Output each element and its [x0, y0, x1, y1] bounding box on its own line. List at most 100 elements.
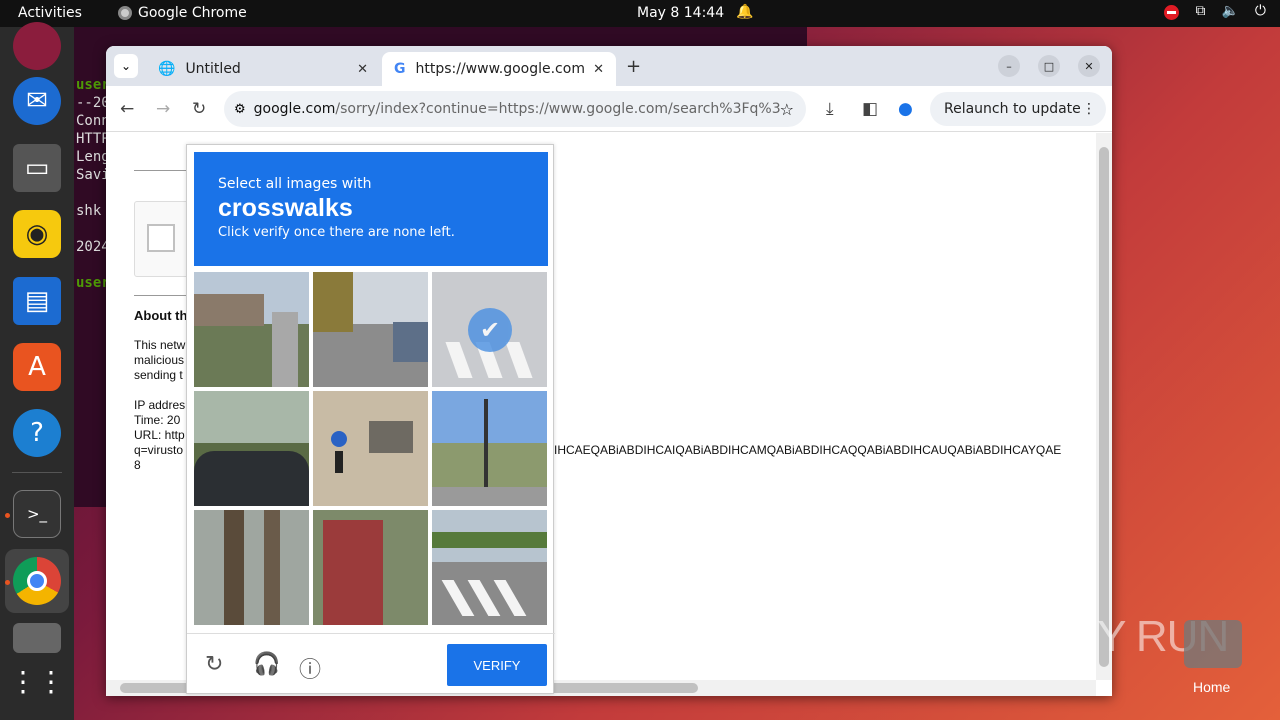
drive-icon[interactable]	[13, 623, 61, 653]
captcha-tile[interactable]	[313, 272, 428, 387]
road	[272, 312, 298, 387]
terminal-line: shk	[76, 203, 102, 219]
thunderbird-icon[interactable]: ✉	[13, 77, 61, 125]
tree	[313, 272, 353, 332]
divider	[134, 295, 194, 296]
headphones-icon[interactable]: 🎧	[253, 652, 280, 677]
forward-button[interactable]: →	[156, 99, 170, 119]
system-tray[interactable]: ⧉ 🔈 ⏻	[1164, 3, 1266, 20]
show-apps-icon[interactable]: ⋮⋮	[9, 657, 65, 705]
home-label: Home	[1193, 679, 1231, 695]
dock-app-icon[interactable]	[13, 22, 61, 70]
captcha-challenge: Select all images with crosswalks Click …	[186, 144, 555, 694]
about-heading: About th	[134, 308, 188, 323]
grass	[432, 532, 547, 548]
paragraph-line: sending t	[134, 368, 183, 382]
info-line: URL: http	[134, 428, 185, 442]
tree-trunk	[264, 510, 280, 625]
power-icon: ⏻	[1254, 3, 1266, 19]
captcha-tile[interactable]	[194, 272, 309, 387]
relaunch-button[interactable]: Relaunch to update ⋮	[930, 92, 1106, 126]
terminal-line: user	[76, 77, 110, 93]
more-icon[interactable]: ⋮	[1082, 101, 1096, 117]
star-icon[interactable]: ☆	[780, 100, 794, 119]
bridge	[323, 520, 383, 625]
reload-button[interactable]: ↻	[192, 99, 206, 119]
scroll-thumb[interactable]	[1099, 147, 1109, 667]
profile-icon[interactable]: ●	[898, 99, 913, 119]
chevron-down-icon: ⌄	[120, 59, 132, 73]
captcha-tile[interactable]	[194, 391, 309, 506]
paragraph-line: This netw	[134, 338, 186, 352]
address-bar[interactable]: ⚙ google.com /sorry/index?continue=https…	[224, 91, 806, 127]
download-icon[interactable]: ⤓	[826, 99, 834, 119]
captcha-tile[interactable]	[313, 510, 428, 625]
captcha-hint: Click verify once there are none left.	[218, 225, 455, 240]
activities-button[interactable]: Activities	[18, 5, 82, 21]
captcha-tile-selected[interactable]: ✔	[432, 272, 547, 387]
terminal-line: Savi	[76, 167, 110, 183]
tab-title: Untitled	[185, 61, 241, 77]
terminal-line: Conn	[76, 113, 110, 129]
files-icon[interactable]: ▭	[13, 144, 61, 192]
terminal-line: 2024	[76, 239, 110, 255]
building	[194, 294, 264, 326]
recaptcha-checkbox[interactable]	[147, 224, 175, 252]
url-tail-text: IHCAEQABiABDIHCAIQABiABDIHCAMQABiABDIHCA…	[554, 443, 1062, 457]
running-indicator	[5, 580, 10, 585]
captcha-header: Select all images with crosswalks Click …	[194, 152, 548, 266]
site-info-icon[interactable]: ⚙	[234, 102, 246, 117]
car	[393, 322, 428, 362]
app-menu[interactable]: Google Chrome	[118, 5, 247, 21]
globe-icon: 🌐	[158, 61, 176, 77]
tab-search-button[interactable]: ⌄	[114, 54, 138, 78]
help-icon[interactable]: ?	[13, 409, 61, 457]
vertical-scrollbar[interactable]	[1096, 133, 1112, 680]
url-path: /sorry/index?continue=https://www.google…	[335, 101, 780, 117]
new-tab-button[interactable]: +	[626, 56, 641, 77]
maximize-button[interactable]: □	[1038, 55, 1060, 77]
info-line: q=virusto	[134, 443, 184, 457]
info-icon[interactable]: ⓘ	[299, 652, 321, 684]
tab-google[interactable]: G https://www.google.com ✕	[382, 52, 616, 86]
check-icon: ✔	[468, 308, 512, 352]
google-icon: G	[394, 61, 406, 77]
toolbar: ← → ↻ ⚙ google.com /sorry/index?continue…	[106, 86, 1112, 132]
minimize-button[interactable]: –	[998, 55, 1020, 77]
tab-title: https://www.google.com	[415, 61, 584, 77]
writer-icon[interactable]: ▤	[13, 277, 61, 325]
terminal-icon[interactable]: >_	[13, 490, 61, 538]
close-icon[interactable]: ✕	[593, 62, 604, 77]
captcha-tile[interactable]	[432, 510, 547, 625]
verify-button[interactable]: VERIFY	[447, 644, 547, 686]
info-line: Time: 20	[134, 413, 181, 427]
refresh-icon[interactable]: ↻	[205, 652, 223, 677]
chrome-dock-icon[interactable]	[13, 557, 61, 605]
road-sign	[331, 431, 347, 447]
back-button[interactable]: ←	[120, 99, 134, 119]
running-indicator	[5, 513, 10, 518]
clock[interactable]: May 8 14:44	[637, 5, 724, 21]
recaptcha-box	[134, 201, 194, 277]
side-panel-icon[interactable]: ◧	[862, 99, 878, 119]
rhythmbox-icon[interactable]: ◉	[13, 210, 61, 258]
terminal-line: HTTP	[76, 131, 110, 147]
captcha-tile[interactable]	[432, 391, 547, 506]
close-window-button[interactable]: ✕	[1078, 55, 1100, 77]
terminal-line: --20	[76, 95, 110, 111]
app-center-icon[interactable]: A	[13, 343, 61, 391]
captcha-tile[interactable]	[313, 391, 428, 506]
chrome-icon	[118, 6, 132, 20]
captcha-instruction: Select all images with	[218, 176, 372, 192]
divider	[134, 170, 194, 171]
bell-icon: 🔔	[736, 4, 754, 20]
close-icon[interactable]: ✕	[357, 62, 368, 77]
do-not-disturb-icon	[1164, 5, 1180, 20]
home-folder-icon[interactable]	[1184, 620, 1242, 668]
captcha-tile[interactable]	[194, 510, 309, 625]
top-bar: Activities Google Chrome May 8 14:44 🔔 ⧉…	[0, 0, 1280, 27]
tree-trunk	[224, 510, 244, 625]
app-name: Google Chrome	[138, 5, 247, 21]
chrome-window: ⌄ 🌐 Untitled ✕ G https://www.google.com …	[106, 46, 1112, 696]
tab-untitled[interactable]: 🌐 Untitled ✕	[146, 52, 380, 86]
